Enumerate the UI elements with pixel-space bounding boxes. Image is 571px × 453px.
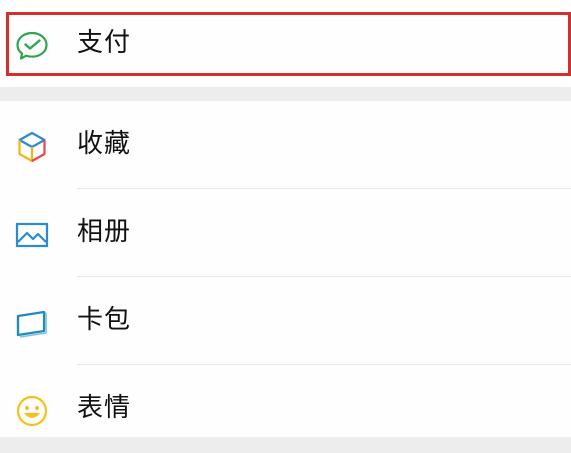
menu-item-label: 相册	[77, 217, 132, 247]
album-picture-icon	[14, 217, 50, 253]
main-group: 收藏 相册 卡包 表情	[0, 101, 571, 437]
menu-item-label: 卡包	[77, 305, 132, 335]
menu-item-card-wallet[interactable]: 卡包	[0, 277, 571, 365]
smiley-emoji-icon	[14, 393, 50, 429]
menu-item-label: 表情	[77, 393, 132, 423]
menu-item-pay[interactable]: 支付	[0, 0, 571, 88]
menu-item-album[interactable]: 相册	[0, 189, 571, 277]
wechat-pay-icon	[14, 28, 50, 64]
menu-item-label: 收藏	[77, 129, 132, 159]
menu-item-favorites[interactable]: 收藏	[0, 101, 571, 189]
menu-item-stickers[interactable]: 表情	[0, 365, 571, 453]
card-wallet-icon	[14, 305, 50, 341]
menu-item-label: 支付	[77, 28, 132, 58]
favorites-cube-icon	[14, 129, 50, 165]
pay-group: 支付	[0, 0, 571, 87]
